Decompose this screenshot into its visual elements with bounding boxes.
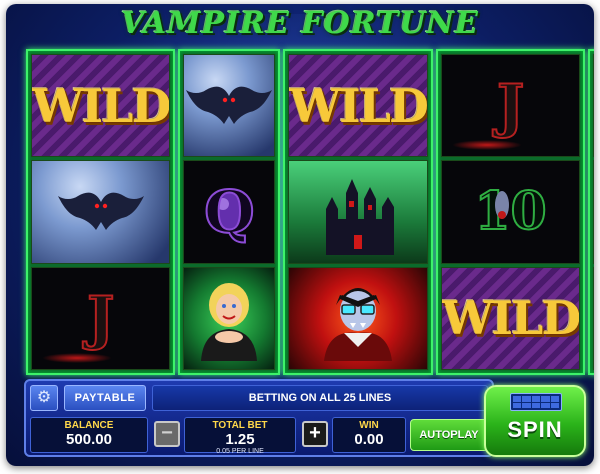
win-label: WIN: [359, 420, 379, 431]
control-bar: ⚙ PAYTABLE BETTING ON ALL 25 LINES BALAN…: [6, 379, 594, 466]
vampiress-symbol: [183, 266, 276, 370]
dracula-symbol: [288, 266, 428, 370]
total-bet-display: TOTAL BET 1.25 0.05 PER LINE: [184, 417, 296, 455]
decrease-bet-button[interactable]: −: [154, 421, 180, 447]
spin-button[interactable]: SPIN: [484, 385, 586, 457]
balance-value: 500.00: [66, 431, 112, 448]
bat-icon: [57, 192, 144, 230]
spin-label: SPIN: [507, 417, 563, 442]
paytable-button[interactable]: PAYTABLE: [64, 385, 146, 411]
wild-label: WILD: [289, 78, 427, 133]
bat-symbol: [183, 54, 276, 158]
per-line-text: 0.05 PER LINE: [216, 448, 264, 455]
game-title: VAMPIRE FORTUNE: [121, 6, 479, 41]
letter-q-label: Q: [203, 177, 256, 247]
autoplay-button[interactable]: AUTOPLAY: [410, 419, 488, 451]
letter-j-label: J: [496, 71, 525, 141]
gear-icon: ⚙: [36, 389, 52, 406]
bat-symbol: [31, 160, 171, 264]
win-value: 0.00: [354, 431, 384, 448]
letter-q-symbol: Q: [183, 160, 276, 264]
paylines-icon: [510, 393, 562, 411]
wild-label: WILD: [32, 78, 170, 133]
bat-icon: [186, 86, 273, 124]
letter-k-symbol: K: [593, 54, 594, 158]
game-window: VAMPIRE FORTUNE WILD J Q WILD J 10 WILD …: [6, 4, 594, 466]
lines-info: BETTING ON ALL 25 LINES: [152, 385, 488, 411]
total-bet-value: 1.25: [225, 431, 255, 448]
reel-3: WILD: [283, 49, 433, 375]
blood-splash: [42, 352, 112, 363]
wild-label: WILD: [441, 291, 580, 346]
balance-label: BALANCE: [64, 420, 114, 431]
settings-button[interactable]: ⚙: [30, 385, 58, 411]
wild-symbol: WILD: [440, 266, 581, 370]
total-bet-label: TOTAL BET: [212, 420, 268, 431]
letter-j-label: J: [86, 283, 115, 353]
bat-symbol: [593, 266, 594, 370]
balance-display: BALANCE 500.00: [30, 417, 148, 453]
win-display: WIN 0.00: [332, 417, 406, 453]
castle-symbol: [288, 160, 428, 264]
letter-j-symbol: J: [440, 54, 581, 158]
castle-icon: [326, 178, 395, 255]
blonde-vampiress-icon: [201, 283, 258, 362]
reel-4: J 10 WILD: [435, 49, 586, 375]
letter-ten-symbol: 10: [440, 160, 581, 264]
reel-2: Q: [178, 49, 281, 375]
blood-splash: [451, 140, 522, 151]
hanging-bat-icon: [494, 191, 509, 220]
reel-1: WILD J: [26, 49, 176, 375]
increase-bet-button[interactable]: +: [302, 421, 328, 447]
reel-grid: WILD J Q WILD J 10 WILD: [26, 49, 594, 375]
dracula-symbol: [593, 160, 594, 264]
wild-symbol: WILD: [31, 54, 171, 158]
wild-symbol: WILD: [288, 54, 428, 158]
dracula-icon: [324, 288, 393, 362]
letter-j-symbol: J: [31, 266, 171, 370]
reel-5: K: [588, 49, 594, 375]
